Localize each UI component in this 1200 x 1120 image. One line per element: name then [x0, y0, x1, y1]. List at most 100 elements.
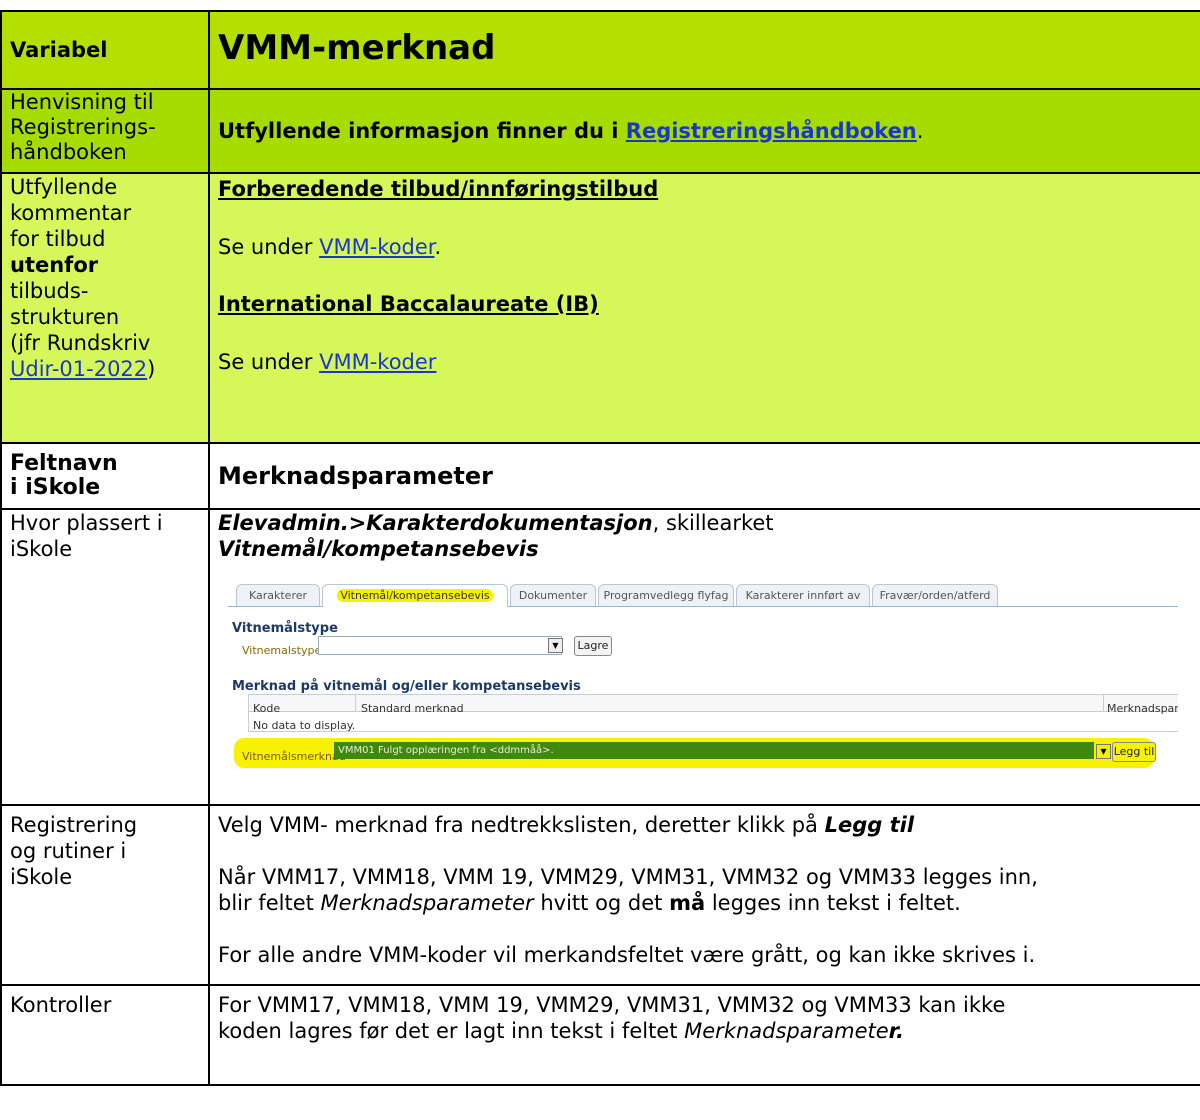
tab-vitnemal-label: Vitnemål/kompetansebevis — [337, 589, 493, 602]
row-comment: Utfyllende kommentar for tilbud utenfor … — [0, 172, 1200, 444]
control-field-name: Merknadsparamete — [684, 1019, 889, 1043]
control-line-1: For VMM17, VMM18, VMM 19, VMM29, VMM31, … — [218, 993, 1006, 1017]
location-path: Elevadmin.>Karakterdokumentasjon, skille… — [218, 510, 1192, 536]
comment-label-line: for tilbud — [10, 227, 106, 251]
heading-ib: International Baccalaureate (IB) — [218, 292, 599, 316]
se-under-text: Se under — [218, 350, 320, 374]
reference-text: Utfyllende informasjon finner du i — [218, 119, 626, 143]
tab-dokumenter[interactable]: Dokumenter — [510, 584, 596, 606]
registration-paragraph-3: For alle andre VMM-koder vil merkandsfel… — [218, 943, 1036, 967]
comment-label-line: Utfyllende — [10, 175, 118, 199]
col-standard-merknad[interactable]: Standard merknad — [361, 696, 464, 722]
location-label-cell: Hvor plassert i iSkole — [0, 508, 210, 806]
row-registration: Registrering og rutiner i iSkole Velg VM… — [0, 804, 1200, 986]
p2-field-name: Merknadsparameter — [320, 891, 534, 915]
comment-label-line: (jfr Rundskriv — [10, 331, 151, 355]
row-reference: Henvisning til Registrerings- håndboken … — [0, 88, 1200, 174]
se-under-text: Se under — [218, 235, 320, 259]
tab-programvedlegg[interactable]: Programvedlegg flyfag — [598, 584, 734, 606]
p2-text-c: legges inn tekst i feltet. — [705, 891, 961, 915]
field-name-label-line: Feltnavn — [10, 451, 118, 476]
registration-paragraph-2-line-1: Når VMM17, VMM18, VMM 19, VMM29, VMM31, … — [218, 865, 1038, 889]
legg-til-label: Legg til — [824, 813, 915, 837]
control-text: koden lagres før det er lagt inn tekst i… — [218, 1019, 685, 1043]
reference-label-cell: Henvisning til Registrerings- håndboken — [0, 88, 210, 174]
registration-label-line: iSkole — [10, 865, 73, 889]
control-label: Kontroller — [10, 993, 112, 1017]
comment-label-line: Udir-01-2022) — [10, 356, 200, 382]
vitnemalstype-select[interactable] — [318, 636, 562, 655]
grid-divider — [1103, 695, 1104, 711]
reference-label-line: håndboken — [10, 140, 127, 164]
comment-label-line: strukturen — [10, 305, 120, 329]
se-under-line-1: Se under VMM-koder. — [218, 234, 1192, 260]
tab-vitnemal[interactable]: Vitnemål/kompetansebevis — [322, 584, 508, 607]
menu-path-rest: , skillearket — [652, 511, 774, 535]
vmm-koder-link-2[interactable]: VMM-koder — [319, 350, 436, 374]
merknad-grid: Kode Standard merknad Merknadsparam No d… — [248, 694, 1178, 732]
document-page: Variabel VMM-merknad Henvisning til Regi… — [0, 0, 1200, 1120]
udir-rundskriv-link[interactable]: Udir-01-2022 — [10, 357, 147, 381]
control-field-name-end: r. — [888, 1019, 904, 1043]
comment-label-line: tilbuds- — [10, 279, 89, 303]
registration-label-line: Registrering — [10, 813, 138, 837]
row-control: Kontroller For VMM17, VMM18, VMM 19, VMM… — [0, 984, 1200, 1086]
se-under-line-2: Se under VMM-koder — [218, 349, 1192, 375]
reference-content-cell: Utfyllende informasjon finner du i Regis… — [208, 88, 1200, 174]
registration-label-cell: Registrering og rutiner i iSkole — [0, 804, 210, 986]
field-name-title: Merknadsparameter — [218, 461, 493, 490]
lagre-button[interactable]: Lagre — [574, 636, 612, 656]
chevron-down-icon[interactable]: ▼ — [1096, 744, 1111, 759]
no-data-text: No data to display. — [253, 719, 356, 732]
reference-label-line: Registrerings- — [10, 115, 156, 139]
variable-title: VMM-merknad — [218, 28, 496, 68]
field-name-cell: Merknadsparameter — [208, 442, 1200, 510]
iskole-screenshot: Karakterer Vitnemål/kompetansebevis Doku… — [222, 576, 1178, 773]
chevron-down-icon[interactable]: ▼ — [548, 638, 563, 653]
heading-forberedende: Forberedende tilbud/innføringstilbud — [218, 177, 659, 201]
vmm-koder-link-1[interactable]: VMM-koder — [319, 235, 434, 259]
p1-text: Velg VMM- merknad fra nedtrekkslisten, d… — [218, 813, 825, 837]
field-name-label-cell: Feltnavn i iSkole — [0, 442, 210, 510]
tab-fravaer[interactable]: Fravær/orden/atferd — [872, 584, 998, 606]
legg-til-button[interactable]: Legg til — [1112, 742, 1156, 762]
period: . — [434, 235, 442, 259]
variable-table: Variabel VMM-merknad Henvisning til Regi… — [0, 10, 1200, 1086]
row-field-name: Feltnavn i iSkole Merknadsparameter — [0, 442, 1200, 510]
registreringshandboken-link[interactable]: Registreringshåndboken — [626, 119, 917, 143]
vitnemalsmerknad-select[interactable]: VMM01 Fulgt opplæringen fra <ddmmåå>. — [334, 742, 1094, 759]
comment-content-cell: Forberedende tilbud/innføringstilbud Se … — [208, 172, 1200, 444]
control-line-2: koden lagres før det er lagt inn tekst i… — [218, 1018, 1192, 1044]
tab-karakterer[interactable]: Karakterer — [236, 584, 320, 606]
variable-label-cell: Variabel — [0, 10, 210, 90]
field-name-label-line: i iSkole — [10, 475, 101, 500]
p2-text-a: blir feltet — [218, 891, 321, 915]
comment-label-line: kommentar — [10, 201, 132, 225]
registration-label-line: og rutiner i — [10, 839, 127, 863]
tab-karakterer-innfort[interactable]: Karakterer innført av — [736, 584, 870, 606]
registration-content-cell: Velg VMM- merknad fra nedtrekkslisten, d… — [208, 804, 1200, 986]
comment-label-cell: Utfyllende kommentar for tilbud utenfor … — [0, 172, 210, 444]
closing-paren: ) — [147, 357, 156, 381]
reference-period: . — [916, 119, 924, 143]
vitnemalsmerknad-label: Vitnemålsmerknad — [242, 750, 346, 763]
location-content-cell: Elevadmin.>Karakterdokumentasjon, skille… — [208, 508, 1200, 806]
registration-paragraph-2-line-2: blir feltet Merknadsparameter hvitt og d… — [218, 890, 1192, 916]
location-label-line: iSkole — [10, 537, 73, 561]
control-label-cell: Kontroller — [0, 984, 210, 1086]
control-content-cell: For VMM17, VMM18, VMM 19, VMM29, VMM31, … — [208, 984, 1200, 1086]
menu-path: Elevadmin.>Karakterdokumentasjon — [218, 511, 653, 535]
row-variable: Variabel VMM-merknad — [0, 10, 1200, 90]
row-location: Hvor plassert i iSkole Elevadmin.>Karakt… — [0, 508, 1200, 806]
variable-label: Variabel — [10, 38, 108, 62]
col-merknadsparam[interactable]: Merknadsparam — [1107, 696, 1178, 722]
tab-name: Vitnemål/kompetansebevis — [218, 537, 539, 561]
location-label-line: Hvor plassert i — [10, 511, 163, 535]
reference-label-line: Henvisning til — [10, 90, 154, 114]
variable-title-cell: VMM-merknad — [208, 10, 1200, 90]
vitnemalstype-label: Vitnemalstype — [242, 644, 322, 657]
p2-must: må — [669, 891, 706, 915]
p2-text-b: hvitt og det — [533, 891, 670, 915]
registration-paragraph-1: Velg VMM- merknad fra nedtrekkslisten, d… — [218, 812, 1192, 838]
comment-label-line-bold: utenfor — [10, 253, 99, 277]
